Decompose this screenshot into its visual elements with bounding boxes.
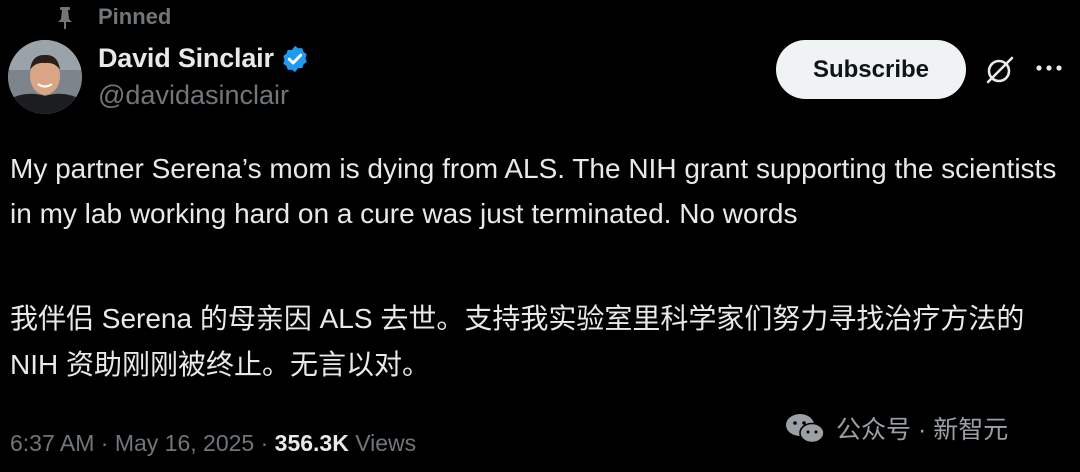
author-display-name[interactable]: David Sinclair <box>98 43 274 74</box>
pinned-indicator: Pinned <box>56 4 171 30</box>
tweet-page: Pinned David Sinclair @davidasinclair Su… <box>0 0 1080 472</box>
views-count: 356.3K <box>274 430 349 456</box>
watermark: 公众号 · 新智元 <box>784 410 1008 446</box>
pinned-label: Pinned <box>98 4 172 29</box>
subscribe-button[interactable]: Subscribe <box>776 40 966 99</box>
meta-separator: · <box>100 430 109 456</box>
tweet-time[interactable]: 6:37 AM <box>10 430 94 456</box>
meta-separator: · <box>260 430 269 456</box>
tweet-text-english: My partner Serena’s mom is dying from AL… <box>10 153 1057 229</box>
pin-icon <box>58 7 72 29</box>
author-handle[interactable]: @davidasinclair <box>98 80 289 111</box>
verified-badge-icon[interactable] <box>280 44 310 74</box>
tweet-meta: 6:37 AM · May 16, 2025 · 356.3K Views <box>10 430 416 457</box>
author-name-row[interactable]: David Sinclair <box>98 43 310 74</box>
avatar[interactable] <box>8 40 82 114</box>
wechat-icon <box>786 414 825 444</box>
views-label: Views <box>355 430 417 456</box>
watermark-text: 公众号 · 新智元 <box>836 416 1009 444</box>
tweet-date[interactable]: May 16, 2025 <box>115 430 254 456</box>
more-icon[interactable] <box>1032 58 1066 78</box>
tweet-text-chinese: 我伴侣 Serena 的母亲因 ALS 去世。支持我实验室里科学家们努力寻找治疗… <box>10 303 1025 380</box>
grok-icon[interactable] <box>984 54 1016 86</box>
